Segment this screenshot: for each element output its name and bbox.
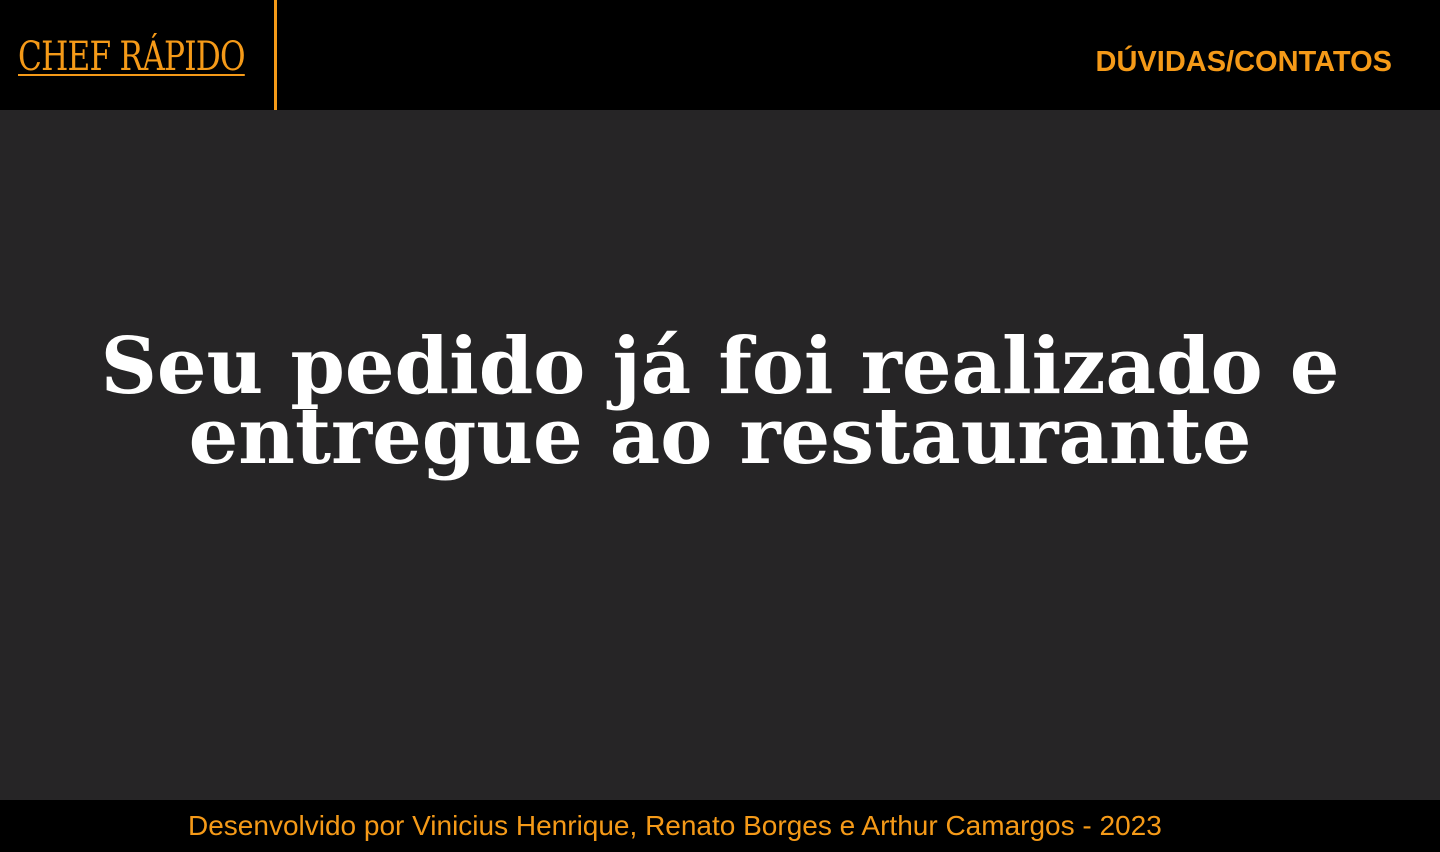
site-logo[interactable]: CHEF RÁPIDO — [18, 34, 246, 80]
logo-divider — [274, 0, 277, 110]
order-status-heading: Seu pedido já foi realizado e entregue a… — [0, 328, 1440, 476]
footer-credits: Desenvolvido por Vinicius Henrique, Rena… — [188, 810, 1162, 841]
site-header: CHEF RÁPIDO DÚVIDAS/CONTATOS — [0, 0, 1440, 110]
headline-line-2: entregue ao restaurante — [188, 391, 1252, 482]
contact-link[interactable]: DÚVIDAS/CONTATOS — [1096, 44, 1392, 80]
site-footer: Desenvolvido por Vinicius Henrique, Rena… — [0, 800, 1440, 852]
main-content: Seu pedido já foi realizado e entregue a… — [0, 110, 1440, 800]
